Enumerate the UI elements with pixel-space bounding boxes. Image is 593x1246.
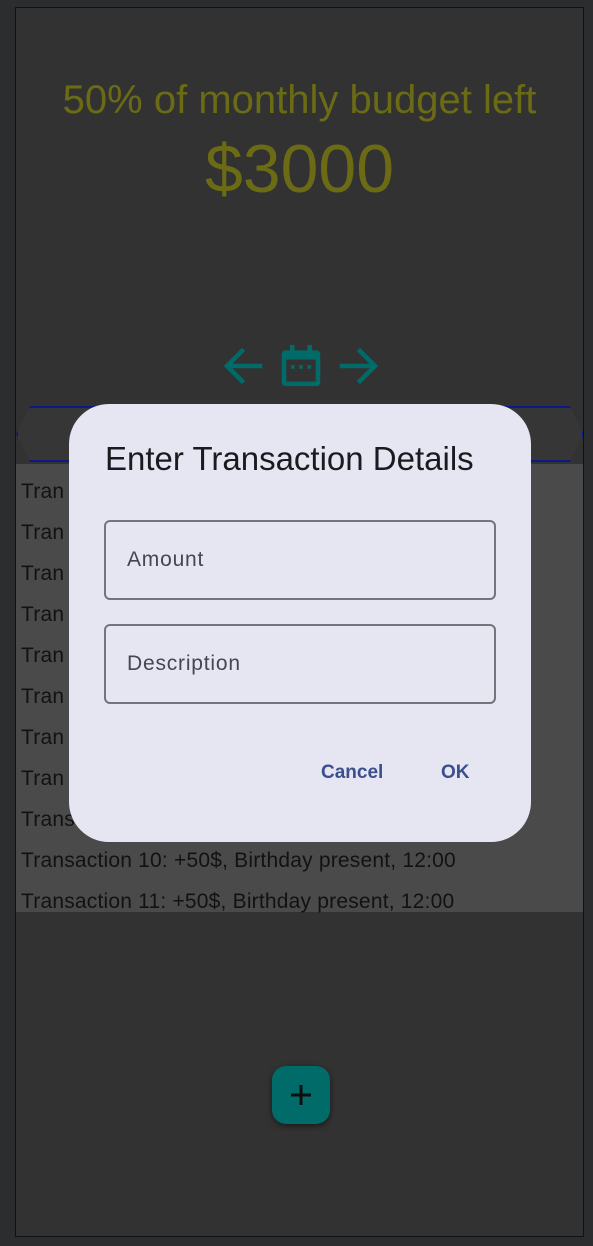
month-navigation	[221, 336, 381, 396]
plus-icon	[291, 1085, 311, 1105]
list-item[interactable]: Tran	[21, 600, 64, 630]
budget-amount: $3000	[204, 131, 395, 207]
description-input[interactable]	[106, 626, 494, 702]
description-field[interactable]	[104, 624, 496, 704]
list-item[interactable]: Tran	[21, 518, 64, 548]
list-item[interactable]: Tran	[21, 641, 64, 671]
calendar-icon	[281, 344, 321, 387]
previous-month-button[interactable]	[221, 341, 265, 391]
list-item[interactable]: Transaction 11: +50$, Birthday present, …	[21, 887, 454, 917]
list-item[interactable]: Tran	[21, 477, 64, 507]
ok-button[interactable]: OK	[433, 756, 478, 790]
amount-input[interactable]	[106, 522, 494, 598]
arrow-right-icon	[339, 347, 379, 385]
calendar-button[interactable]	[279, 341, 323, 391]
list-item[interactable]: Trans	[21, 805, 75, 835]
add-transaction-button[interactable]	[272, 1066, 330, 1124]
list-item[interactable]: Tran	[21, 723, 64, 753]
transaction-dialog: Enter Transaction Details Cancel OK	[69, 404, 531, 842]
list-item[interactable]: Tran	[21, 764, 64, 794]
budget-percent-label: 50% of monthly budget left	[62, 78, 537, 122]
list-item[interactable]: Transaction 10: +50$, Birthday present, …	[21, 846, 456, 876]
arrow-left-icon	[223, 347, 263, 385]
list-item[interactable]: Tran	[21, 682, 64, 712]
amount-field[interactable]	[104, 520, 496, 600]
list-item[interactable]: Tran	[21, 559, 64, 589]
next-month-button[interactable]	[337, 341, 381, 391]
dialog-title: Enter Transaction Details	[105, 440, 474, 477]
cancel-button[interactable]: Cancel	[313, 756, 391, 790]
